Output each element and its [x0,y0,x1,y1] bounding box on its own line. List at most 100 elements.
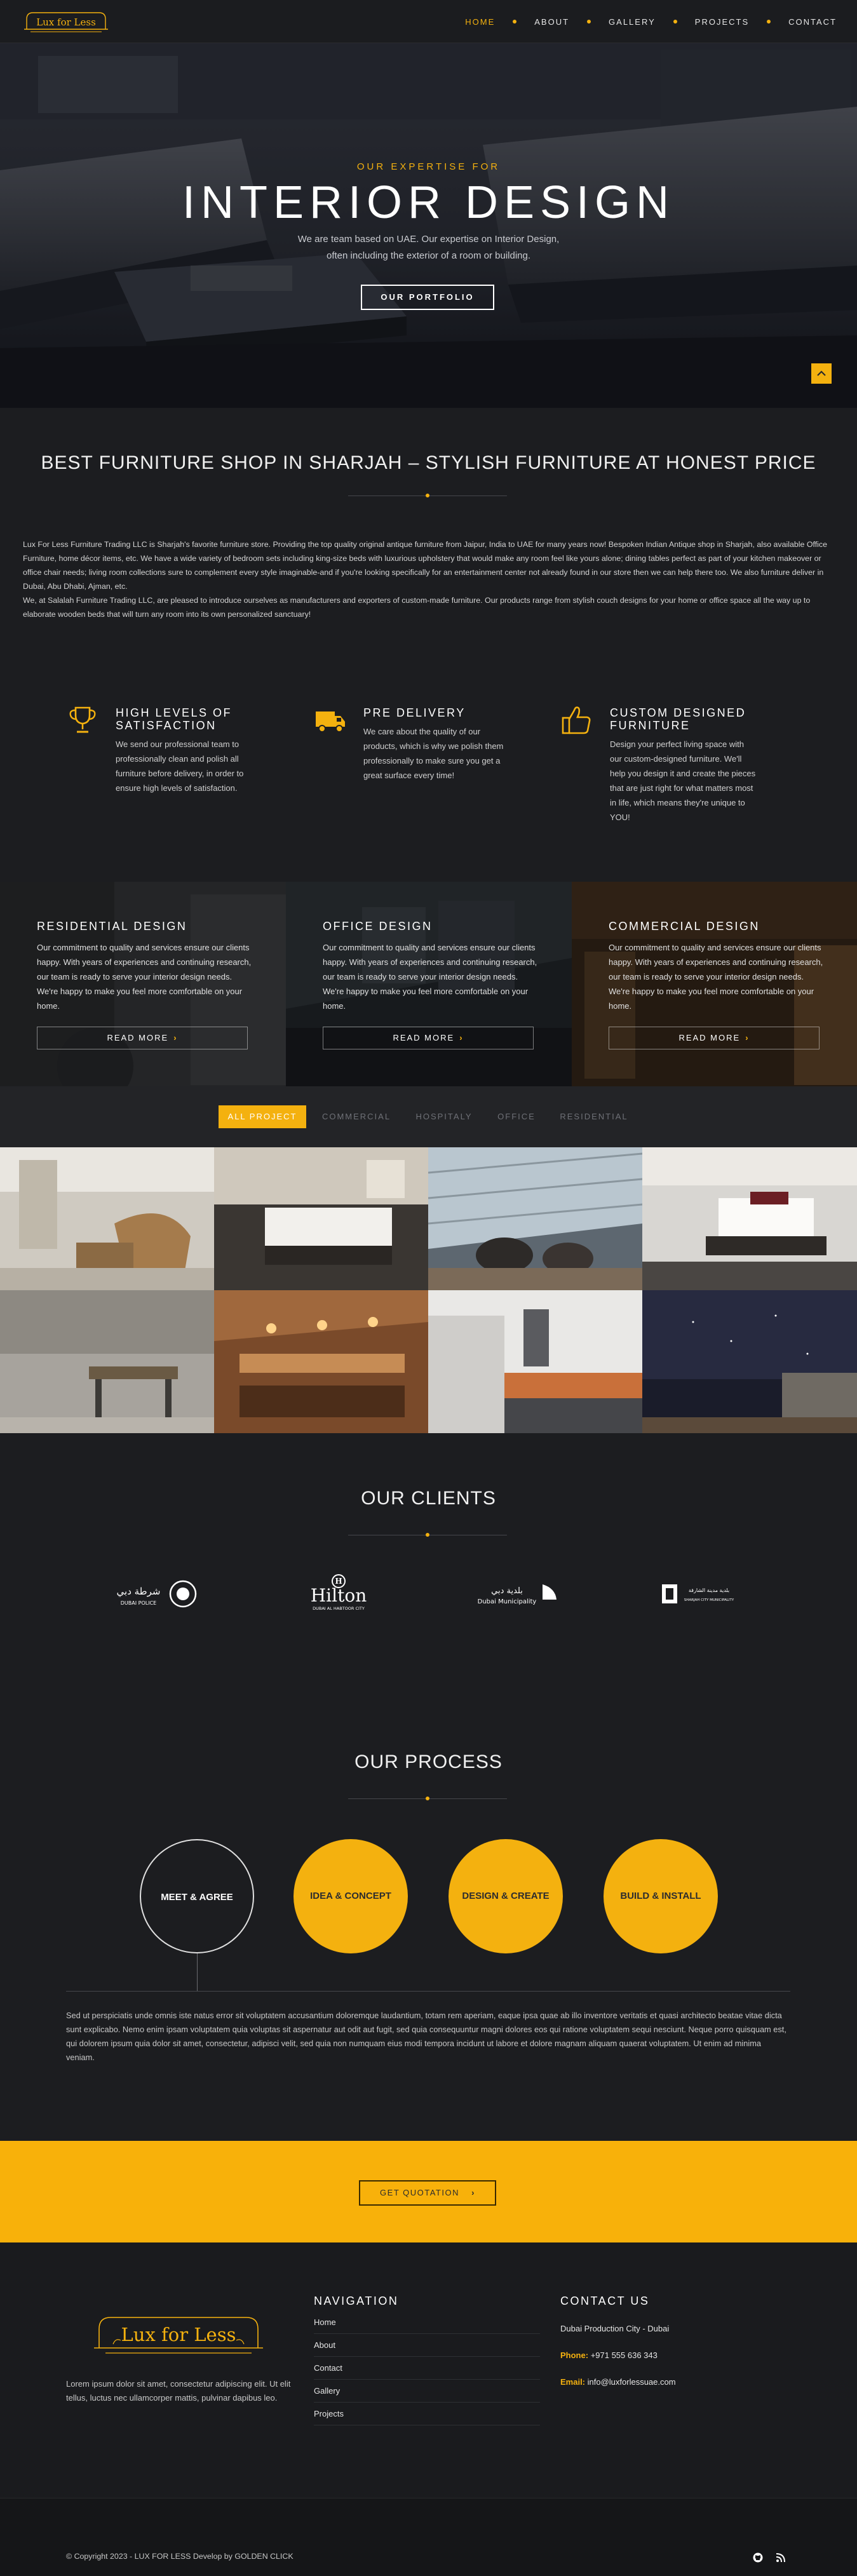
svg-text:DUBAI AL HABTOOR CITY: DUBAI AL HABTOOR CITY [313,1606,365,1611]
hero-subtitle-line: often including the exterior of a room o… [326,250,531,261]
email-address[interactable]: info@luxforlessuae.com [588,2377,676,2387]
client-logo-sharjah-municipality: بلدية مدينة الشارقة SHARJAH CITY MUNICIP… [661,1574,741,1614]
thumbs-up-icon [562,706,591,734]
process-step-build-install[interactable]: BUILD & INSTALL [604,1839,718,1953]
svg-text:H: H [335,1577,342,1586]
menu-separator-dot [767,20,771,24]
svg-text:Hilton: Hilton [311,1585,367,1606]
gallery-item[interactable] [0,1147,214,1290]
hero-eyebrow: OUR EXPERTISE FOR [356,161,501,172]
gallery-image [214,1147,428,1290]
rss-icon[interactable] [775,2552,786,2563]
copyright-text: © Copyright 2023 - LUX FOR LESS Develop … [66,2552,294,2561]
menu-item-home[interactable]: HOME [456,17,504,27]
site-logo[interactable]: Lux for Less [24,10,108,34]
filter-all-project[interactable]: ALL PROJECT [219,1105,306,1128]
client-logo-dubai-police: شرطة دبي DUBAI POLICE [114,1574,202,1614]
read-more-label: READ MORE [678,1033,741,1042]
scroll-to-top-button[interactable] [811,363,832,384]
feature-title-line: FURNITURE [610,719,691,732]
footer-address: Dubai Production City - Dubai [560,2324,670,2333]
divider-dot [426,494,429,497]
svg-text:بلدية مدينة الشارقة: بلدية مدينة الشارقة [689,1588,729,1593]
clients-title: OUR CLIENTS [361,1488,496,1509]
github-icon[interactable] [752,2552,764,2563]
main-menu: HOME ABOUT GALLERY PROJECTS CONTACT [456,0,846,43]
panel-commercial: COMMERCIAL DESIGN Our commitment to qual… [572,882,857,1086]
read-more-label: READ MORE [393,1033,455,1042]
read-more-button[interactable]: READ MORE › [37,1027,248,1049]
divider-dot [426,1797,429,1800]
panel-title: COMMERCIAL DESIGN [609,920,760,933]
feature-title-line: SATISFACTION [116,719,217,732]
bottom-bar: © Copyright 2023 - LUX FOR LESS Develop … [0,2498,857,2576]
footer-link-contact[interactable]: Contact [314,2357,540,2380]
intro-text: Lux For Less Furniture Trading LLC is Sh… [23,537,833,621]
panel-residential: RESIDENTIAL DESIGN Our commitment to qua… [0,882,286,1086]
feature-title-line: CUSTOM DESIGNED [610,706,746,719]
client-logo-hilton: H Hilton DUBAI AL HABTOOR CITY [300,1574,377,1614]
footer: Lux for Less Lorem ipsum dolor sit amet,… [0,2242,857,2498]
project-filter-bar: ALL PROJECT COMMERCIAL HOSPITALY OFFICE … [0,1086,857,1147]
menu-item-contact[interactable]: CONTACT [779,17,846,27]
menu-item-gallery[interactable]: GALLERY [600,17,665,27]
footer-about-text: Lorem ipsum dolor sit amet, consectetur … [66,2379,291,2403]
gallery-image [428,1147,642,1290]
gallery-image [214,1290,428,1433]
process-step-design-create[interactable]: DESIGN & CREATE [449,1839,563,1953]
process-step-idea-concept[interactable]: IDEA & CONCEPT [294,1839,408,1953]
footer-logo[interactable]: Lux for Less [94,2312,263,2358]
filter-residential[interactable]: RESIDENTIAL [553,1105,635,1128]
process-title: OUR PROCESS [354,1751,503,1772]
footer-phone: Phone: +971 555 636 343 [560,2350,658,2360]
filter-hospitaly[interactable]: HOSPITALY [407,1105,482,1128]
footer-link-home[interactable]: Home [314,2311,540,2334]
read-more-button[interactable]: READ MORE › [609,1027,820,1049]
intro-paragraph: We, at Salalah Furniture Trading LLC, ar… [23,596,811,619]
feature-title: HIGH LEVELS OF SATISFACTION [116,706,268,732]
panel-title: RESIDENTIAL DESIGN [37,920,187,933]
menu-item-projects[interactable]: PROJECTS [686,17,758,27]
gallery-image [642,1290,857,1433]
feature-title: CUSTOM DESIGNED FURNITURE [610,706,762,732]
footer-link-about[interactable]: About [314,2334,540,2357]
filter-office[interactable]: OFFICE [489,1105,544,1128]
process-step-meet-agree[interactable]: MEET & AGREE [140,1839,254,1953]
footer-nav-title: NAVIGATION [314,2295,399,2307]
phone-number[interactable]: +971 555 636 343 [591,2350,658,2360]
feature-title: PRE DELIVERY [363,706,516,719]
menu-item-about[interactable]: ABOUT [525,17,578,27]
read-more-label: READ MORE [107,1033,169,1042]
gallery-item[interactable] [642,1147,857,1290]
chevron-right-icon: › [745,1033,750,1042]
svg-text:شرطة دبي: شرطة دبي [117,1586,161,1598]
client-logo-dubai-municipality: بلدية دبي Dubai Municipality [476,1574,563,1614]
menu-separator-dot [587,20,591,24]
gallery-item[interactable] [0,1290,214,1433]
chevron-right-icon: › [471,2188,475,2197]
menu-separator-dot [673,20,677,24]
gallery-item[interactable] [642,1290,857,1433]
chevron-right-icon: › [459,1033,464,1042]
footer-link-gallery[interactable]: Gallery [314,2380,540,2403]
gallery-item[interactable] [428,1147,642,1290]
portfolio-button[interactable]: OUR PORTFOLIO [361,285,494,310]
gallery-item[interactable] [214,1290,428,1433]
panel-text: Our commitment to quality and services e… [37,943,252,1011]
gallery-item[interactable] [428,1290,642,1433]
process-divider [66,1991,790,1992]
gallery-image [428,1290,642,1433]
footer-link-projects[interactable]: Projects [314,2403,540,2425]
svg-text:DUBAI POLICE: DUBAI POLICE [121,1600,156,1606]
feature-text: We send our professional team to profess… [116,739,244,793]
gallery-item[interactable] [214,1147,428,1290]
feature-text: We care about the quality of our product… [363,727,504,780]
quotation-banner: GET QUOTATION › [0,2141,857,2242]
chevron-right-icon: › [173,1033,178,1042]
read-more-button[interactable]: READ MORE › [323,1027,534,1049]
get-quotation-button[interactable]: GET QUOTATION › [359,2180,496,2206]
get-quotation-label: GET QUOTATION [380,2188,459,2197]
email-label: Email: [560,2377,586,2387]
filter-commercial[interactable]: COMMERCIAL [315,1105,398,1128]
footer-email: Email: info@luxforlessuae.com [560,2377,676,2387]
